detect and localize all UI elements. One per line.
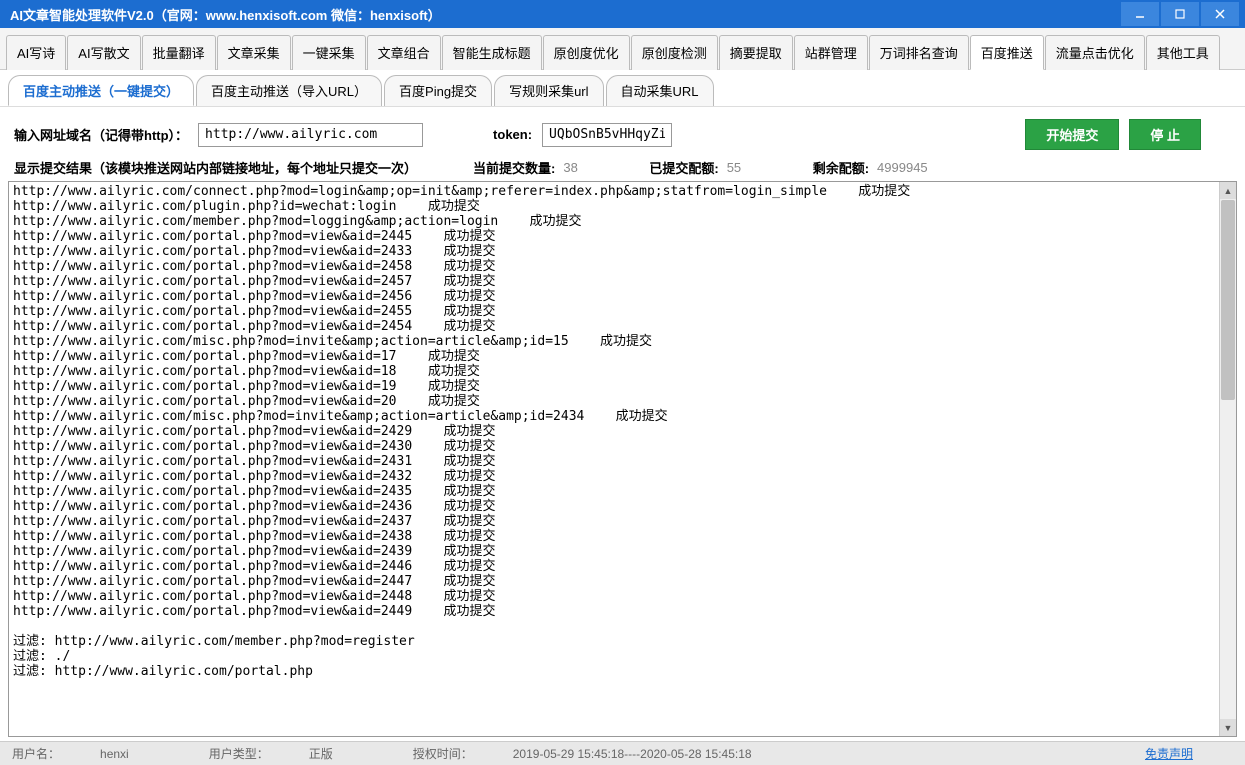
remaining-quota-value: 4999945 <box>877 160 928 175</box>
stop-button[interactable]: 停 止 <box>1129 119 1201 150</box>
scroll-thumb[interactable] <box>1221 200 1235 400</box>
main-tab-0[interactable]: AI写诗 <box>6 35 66 70</box>
url-input[interactable] <box>198 123 423 147</box>
sub-tab-3[interactable]: 写规则采集url <box>494 75 603 106</box>
submitted-quota-value: 55 <box>727 160 767 175</box>
main-tab-5[interactable]: 文章组合 <box>367 35 441 70</box>
status-user: 用户名：henxi <box>12 745 169 762</box>
minimize-button[interactable] <box>1121 2 1159 26</box>
log-text[interactable]: http://www.ailyric.com/connect.php?mod=l… <box>9 182 1219 736</box>
disclaimer-link[interactable]: 免责声明 <box>1145 745 1193 762</box>
stats-row: 显示提交结果（该模块推送网站内部链接地址，每个地址只提交一次） 当前提交数量: … <box>0 156 1245 179</box>
sub-tab-4[interactable]: 自动采集URL <box>606 75 714 106</box>
main-tab-bar: AI写诗AI写散文批量翻译文章采集一键采集文章组合智能生成标题原创度优化原创度检… <box>0 28 1245 70</box>
status-bar: 用户名：henxi 用户类型：正版 授权时间：2019-05-29 15:45:… <box>0 741 1245 765</box>
main-tab-1[interactable]: AI写散文 <box>67 35 140 70</box>
status-type: 用户类型：正版 <box>209 745 373 762</box>
titlebar[interactable]: AI文章智能处理软件V2.0（官网：www.henxisoft.com 微信：h… <box>0 0 1245 28</box>
sub-tab-2[interactable]: 百度Ping提交 <box>384 75 492 106</box>
token-input[interactable] <box>542 123 672 147</box>
start-submit-button[interactable]: 开始提交 <box>1025 119 1119 150</box>
main-tab-10[interactable]: 站群管理 <box>794 35 868 70</box>
main-tab-9[interactable]: 摘要提取 <box>719 35 793 70</box>
scroll-up-button[interactable]: ▲ <box>1220 182 1236 199</box>
log-panel: http://www.ailyric.com/connect.php?mod=l… <box>8 181 1237 737</box>
scroll-down-button[interactable]: ▼ <box>1220 719 1236 736</box>
submitted-quota-label: 已提交配额: <box>649 158 718 177</box>
main-tab-6[interactable]: 智能生成标题 <box>442 35 542 70</box>
main-tab-2[interactable]: 批量翻译 <box>142 35 216 70</box>
main-tab-12[interactable]: 百度推送 <box>970 35 1044 70</box>
current-count-value: 38 <box>563 160 603 175</box>
sub-tab-bar: 百度主动推送（一键提交）百度主动推送（导入URL）百度Ping提交写规则采集ur… <box>0 70 1245 107</box>
log-scrollbar[interactable]: ▲ ▼ <box>1219 182 1236 736</box>
main-tab-7[interactable]: 原创度优化 <box>543 35 630 70</box>
remaining-quota-label: 剩余配额: <box>813 158 869 177</box>
status-auth: 授权时间：2019-05-29 15:45:18----2020-05-28 1… <box>413 745 792 762</box>
sub-tab-0[interactable]: 百度主动推送（一键提交） <box>8 75 194 106</box>
maximize-button[interactable] <box>1161 2 1199 26</box>
result-label: 显示提交结果（该模块推送网站内部链接地址，每个地址只提交一次） <box>14 158 417 177</box>
main-tab-3[interactable]: 文章采集 <box>217 35 291 70</box>
window-title: AI文章智能处理软件V2.0（官网：www.henxisoft.com 微信：h… <box>10 5 1119 24</box>
input-row: 输入网址域名（记得带http）： token: 开始提交 停 止 <box>0 107 1245 156</box>
main-tab-13[interactable]: 流量点击优化 <box>1045 35 1145 70</box>
main-tab-4[interactable]: 一键采集 <box>292 35 366 70</box>
token-label: token: <box>493 127 532 142</box>
window-controls <box>1119 2 1239 26</box>
current-count-label: 当前提交数量: <box>473 158 555 177</box>
app-window: AI文章智能处理软件V2.0（官网：www.henxisoft.com 微信：h… <box>0 0 1245 765</box>
main-tab-14[interactable]: 其他工具 <box>1146 35 1220 70</box>
url-label: 输入网址域名（记得带http）： <box>14 125 188 144</box>
close-button[interactable] <box>1201 2 1239 26</box>
main-tab-8[interactable]: 原创度检测 <box>631 35 718 70</box>
sub-tab-1[interactable]: 百度主动推送（导入URL） <box>196 75 382 106</box>
main-tab-11[interactable]: 万词排名查询 <box>869 35 969 70</box>
